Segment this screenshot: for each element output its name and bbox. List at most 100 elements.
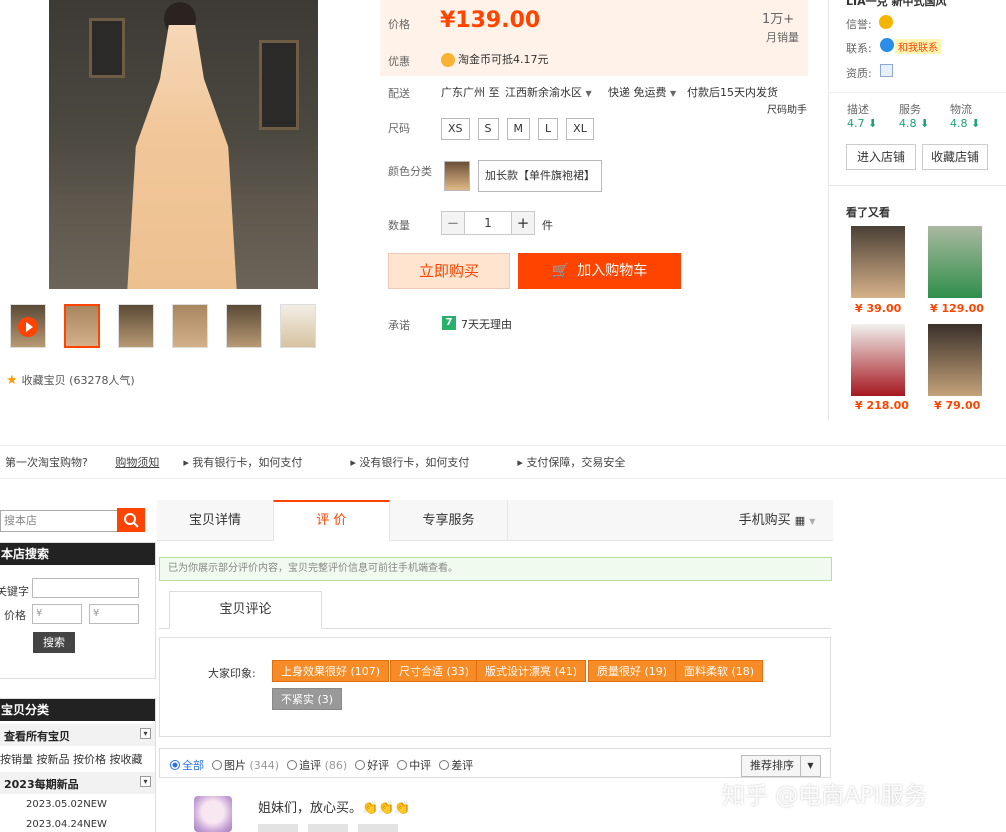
- review-photo[interactable]: [258, 824, 298, 832]
- recommended-item-image[interactable]: [851, 324, 905, 396]
- all-items-row[interactable]: 查看所有宝贝 ▾: [0, 724, 155, 746]
- thumbnail-item[interactable]: [280, 304, 316, 348]
- size-option[interactable]: L: [538, 118, 559, 140]
- shop-name[interactable]: LIA一克 新中式国风: [846, 0, 946, 9]
- tab-exclusive-service[interactable]: 专享服务: [390, 500, 508, 541]
- thumbnail-item[interactable]: [172, 304, 208, 348]
- filter-all[interactable]: 全部: [170, 757, 204, 773]
- shop-search-button[interactable]: [117, 508, 145, 532]
- impression-tag[interactable]: 面料柔软 (18): [675, 660, 764, 682]
- score-service-value: 4.8 ⬇: [899, 117, 930, 130]
- filter-good[interactable]: 好评: [355, 757, 389, 773]
- promise-text[interactable]: 7天无理由: [461, 316, 512, 332]
- help-link[interactable]: ▸ 没有银行卡，如何支付: [350, 454, 493, 470]
- thumbnail-item[interactable]: [226, 304, 262, 348]
- star-icon: ★: [6, 372, 18, 388]
- tab-reviews[interactable]: 评 价: [273, 500, 390, 541]
- chevron-down-icon: ▼: [670, 89, 677, 98]
- category-date-link[interactable]: 2023.04.24NEW: [26, 819, 107, 830]
- size-helper-link[interactable]: 尺码助手: [767, 101, 807, 116]
- detail-tabbar: 宝贝详情 评 价 专享服务 手机购买 ▦ ▼: [157, 500, 833, 541]
- recommended-item-price[interactable]: ¥ 129.00: [930, 302, 984, 315]
- shop-search-heading: 本店搜索: [0, 543, 155, 565]
- filter-bad[interactable]: 差评: [439, 757, 473, 773]
- contact-button[interactable]: 和我联系: [895, 39, 941, 54]
- quantity-input[interactable]: 1: [465, 211, 511, 235]
- license-icon[interactable]: [880, 64, 893, 77]
- filter-mid[interactable]: 中评: [397, 757, 431, 773]
- price-max-input[interactable]: ¥: [89, 604, 139, 624]
- size-option[interactable]: XL: [566, 118, 594, 140]
- new-2023-row[interactable]: 2023每期新品 ▾: [0, 772, 155, 794]
- new-2023-link[interactable]: 2023每期新品: [4, 776, 79, 792]
- arrow-down-icon: ⬇: [920, 117, 930, 130]
- buy-now-button[interactable]: 立即购买: [388, 253, 510, 289]
- all-items-link[interactable]: 查看所有宝贝: [4, 728, 70, 744]
- color-swatch-thumb[interactable]: [444, 161, 470, 191]
- recommended-item-price[interactable]: ¥ 39.00: [855, 302, 901, 315]
- first-time-text: 第一次淘宝购物? 购物须知: [5, 456, 160, 469]
- thumbnail-item[interactable]: [64, 304, 100, 348]
- category-date-link[interactable]: 2023.05.02NEW: [26, 799, 107, 810]
- sort-dropdown[interactable]: 推荐排序 ▼: [741, 755, 821, 777]
- enter-shop-button[interactable]: 进入店铺: [846, 144, 916, 170]
- score-logistics-value: 4.8 ⬇: [950, 117, 981, 130]
- recommended-item-image[interactable]: [928, 226, 982, 298]
- delivery-from: 广东广州 至: [441, 86, 500, 99]
- size-option[interactable]: S: [477, 118, 499, 140]
- shopping-help-bar: 第一次淘宝购物? 购物须知 ▸ 我有银行卡，如何支付 ▸ 没有银行卡，如何支付 …: [0, 445, 1006, 479]
- impression-tag[interactable]: 尺寸合适 (33): [390, 660, 479, 682]
- collapse-icon[interactable]: ▾: [140, 776, 151, 787]
- video-thumbnail[interactable]: [10, 304, 46, 348]
- thumbnail-item[interactable]: [118, 304, 154, 348]
- express-select[interactable]: 快递 免运费 ▼: [608, 84, 676, 100]
- add-to-cart-button[interactable]: 🛒 加入购物车: [518, 253, 681, 289]
- arrow-down-icon: ⬇: [971, 117, 981, 130]
- size-option[interactable]: XS: [441, 118, 470, 140]
- filter-followup[interactable]: 追评 (86): [287, 757, 347, 773]
- size-option[interactable]: M: [506, 118, 531, 140]
- help-link[interactable]: ▸ 支付保障，交易安全: [517, 454, 649, 470]
- review-photo[interactable]: [358, 824, 398, 832]
- play-icon: [18, 317, 38, 337]
- filter-pics[interactable]: 图片 (344): [212, 757, 279, 773]
- recommended-item-price[interactable]: ¥ 218.00: [855, 399, 909, 412]
- size-options: XS S M L XL: [441, 118, 594, 140]
- delivery-label: 配送: [388, 87, 410, 100]
- main-product-image[interactable]: [49, 0, 318, 289]
- impression-box: 大家印象: 上身效果很好 (107) 尺寸合适 (33) 版式设计漂亮 (41)…: [159, 637, 831, 737]
- tab-item-detail[interactable]: 宝贝详情: [157, 500, 273, 541]
- qualification-label: 资质:: [846, 67, 872, 80]
- recommended-item-price[interactable]: ¥ 79.00: [934, 399, 980, 412]
- also-viewed-heading: 看了又看: [846, 206, 890, 219]
- collect-shop-button[interactable]: 收藏店铺: [922, 144, 988, 170]
- impression-tag[interactable]: 上身效果很好 (107): [272, 660, 390, 682]
- recommended-item-image[interactable]: [928, 324, 982, 396]
- review-text: 姐妹们，放心买。👏👏👏: [258, 801, 411, 816]
- thumbnail-strip: [10, 304, 330, 352]
- color-option[interactable]: 加长款【单件旗袍裙】: [478, 160, 602, 192]
- shop-search-input[interactable]: 搜本店: [0, 510, 118, 532]
- review-photo[interactable]: [308, 824, 348, 832]
- recommended-item-image[interactable]: [851, 226, 905, 298]
- keyword-input[interactable]: [32, 578, 139, 598]
- impression-tag[interactable]: 质量很好 (19): [588, 660, 677, 682]
- impression-tag[interactable]: 版式设计漂亮 (41): [476, 660, 587, 682]
- price-min-input[interactable]: ¥: [32, 604, 82, 624]
- impression-tag-negative[interactable]: 不紧实 (3): [272, 688, 343, 710]
- help-link[interactable]: ▸ 我有银行卡，如何支付: [183, 454, 326, 470]
- decrement-button[interactable]: −: [441, 211, 465, 235]
- favorite-item[interactable]: ★ 收藏宝贝 (63278人气): [6, 372, 135, 388]
- collapse-icon[interactable]: ▾: [140, 728, 151, 739]
- mobile-buy[interactable]: 手机购买 ▦ ▼: [732, 500, 822, 541]
- chevron-down-icon: ▼: [809, 517, 816, 526]
- impression-label: 大家印象:: [208, 667, 256, 680]
- arrow-down-icon: ⬇: [868, 117, 878, 130]
- price-label: 价格: [388, 18, 410, 31]
- sort-links[interactable]: 按销量 按新品 按价格 按收藏: [0, 751, 143, 767]
- tab-item-reviews[interactable]: 宝贝评论: [169, 591, 322, 629]
- sidebar-search-button[interactable]: 搜索: [33, 632, 75, 653]
- guide-link[interactable]: 购物须知: [115, 456, 159, 469]
- increment-button[interactable]: +: [511, 211, 535, 235]
- delivery-destination-select[interactable]: 江西新余渝水区 ▼: [505, 84, 592, 100]
